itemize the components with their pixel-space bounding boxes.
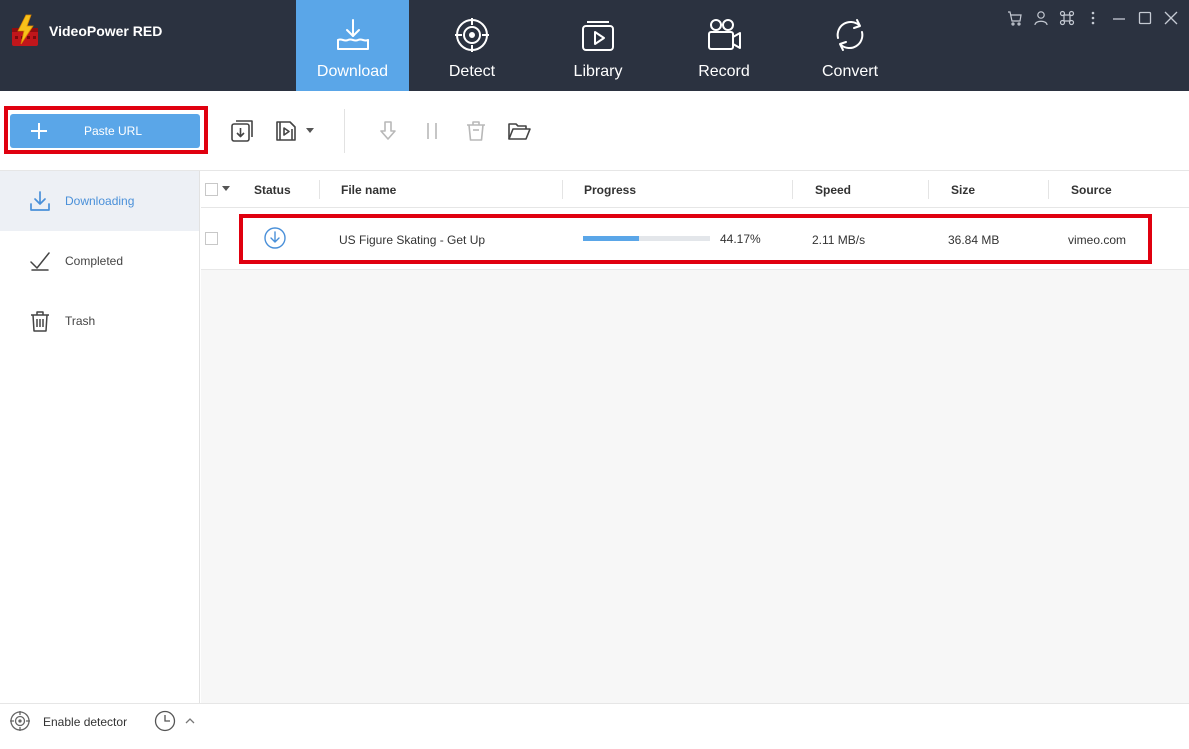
- command-icon: [1059, 10, 1075, 26]
- tab-record[interactable]: Record: [661, 0, 787, 91]
- toolbar: Paste URL: [0, 91, 1189, 171]
- checkmark-doc-icon: [30, 252, 50, 271]
- minimize-button[interactable]: [1109, 8, 1129, 28]
- toolbar-divider: [344, 109, 345, 153]
- video-download-icon: [276, 121, 296, 141]
- download-list: Status File name Progress Speed Size Sou…: [201, 171, 1189, 703]
- paste-url-button[interactable]: Paste URL: [10, 114, 200, 148]
- more-button[interactable]: [1083, 8, 1103, 28]
- table-header: Status File name Progress Speed Size Sou…: [201, 171, 1189, 208]
- convert-cycle-icon: [836, 19, 864, 51]
- video-download-dropdown[interactable]: [306, 128, 314, 133]
- download-icon: [30, 191, 50, 211]
- select-all-checkbox[interactable]: [205, 183, 218, 196]
- column-header-size[interactable]: Size: [951, 183, 975, 197]
- column-divider: [792, 180, 793, 199]
- tab-label: Library: [573, 63, 623, 80]
- video-download-button[interactable]: [273, 118, 299, 144]
- tab-download[interactable]: Download: [296, 0, 409, 91]
- window-controls: [999, 8, 1181, 28]
- file-name: US Figure Skating - Get Up: [339, 233, 486, 247]
- brand: VideoPower RED: [10, 14, 162, 48]
- column-header-speed[interactable]: Speed: [815, 183, 851, 197]
- target-icon: [455, 18, 489, 52]
- cart-button[interactable]: [1005, 8, 1025, 28]
- tab-label: Download: [316, 63, 389, 80]
- column-divider: [562, 180, 563, 199]
- download-tray-icon: [336, 19, 369, 50]
- resume-button[interactable]: [375, 118, 401, 144]
- select-dropdown[interactable]: [222, 186, 230, 191]
- tab-library[interactable]: Library: [535, 0, 661, 91]
- table-row[interactable]: US Figure Skating - Get Up 44.17% 2.11 M…: [201, 208, 1189, 270]
- progress-fill: [583, 236, 640, 241]
- progress-bar: [583, 236, 710, 241]
- pause-button[interactable]: [419, 118, 445, 144]
- close-icon: [1164, 11, 1178, 25]
- file-size: 36.84 MB: [948, 233, 1000, 247]
- column-header-progress[interactable]: Progress: [584, 183, 636, 197]
- minimize-icon: [1113, 18, 1125, 20]
- column-divider: [1048, 180, 1049, 199]
- main-nav: Download Detect Library Record Convert: [296, 0, 913, 91]
- tab-label: Record: [698, 63, 750, 80]
- downloading-status-icon: [264, 227, 286, 249]
- sidebar: Downloading Completed Trash: [0, 171, 200, 703]
- sidebar-item-label: Downloading: [65, 194, 135, 208]
- more-vertical-icon: [1091, 11, 1095, 25]
- delete-icon: [467, 121, 485, 141]
- detector-target-icon[interactable]: [9, 710, 31, 732]
- sidebar-item-label: Trash: [65, 314, 96, 328]
- import-download-icon: [231, 120, 253, 142]
- paste-url-label: Paste URL: [83, 124, 143, 138]
- close-button[interactable]: [1161, 8, 1181, 28]
- sidebar-item-completed[interactable]: Completed: [0, 231, 199, 291]
- row-checkbox[interactable]: [205, 232, 218, 245]
- resume-download-icon: [380, 121, 396, 140]
- open-folder-button[interactable]: [506, 118, 532, 144]
- download-speed: 2.11 MB/s: [812, 233, 866, 247]
- column-divider: [928, 180, 929, 199]
- tab-detect[interactable]: Detect: [409, 0, 535, 91]
- user-icon: [1034, 11, 1048, 26]
- video-library-icon: [582, 21, 614, 51]
- column-header-status[interactable]: Status: [254, 183, 291, 197]
- video-camera-icon: [708, 19, 741, 50]
- open-folder-icon: [508, 123, 531, 140]
- tab-label: Convert: [821, 63, 879, 80]
- column-divider: [319, 180, 320, 199]
- trash-icon: [31, 311, 49, 332]
- maximize-icon: [1138, 11, 1152, 25]
- cart-icon: [1008, 11, 1022, 26]
- chevron-up-icon[interactable]: [183, 714, 197, 728]
- settings-button[interactable]: [1057, 8, 1077, 28]
- account-button[interactable]: [1031, 8, 1051, 28]
- column-header-source[interactable]: Source: [1071, 183, 1112, 197]
- tab-label: Detect: [448, 63, 496, 80]
- pause-icon: [427, 123, 437, 139]
- title-bar: VideoPower RED Download Detect Library R…: [0, 0, 1189, 91]
- maximize-button[interactable]: [1135, 8, 1155, 28]
- delete-button[interactable]: [463, 118, 489, 144]
- sidebar-item-trash[interactable]: Trash: [0, 291, 199, 351]
- app-logo-icon: [12, 14, 38, 46]
- app-title: VideoPower RED: [49, 23, 163, 39]
- enable-detector-label[interactable]: Enable detector: [43, 715, 127, 729]
- column-header-file-name[interactable]: File name: [341, 183, 396, 197]
- sidebar-item-label: Completed: [65, 254, 124, 268]
- sidebar-item-downloading[interactable]: Downloading: [0, 171, 199, 231]
- tab-convert[interactable]: Convert: [787, 0, 913, 91]
- progress-percent: 44.17%: [720, 232, 761, 246]
- status-bar: Enable detector: [0, 703, 1189, 749]
- source-site: vimeo.com: [1068, 233, 1127, 247]
- clock-icon[interactable]: [154, 710, 176, 732]
- import-download-button[interactable]: [229, 118, 255, 144]
